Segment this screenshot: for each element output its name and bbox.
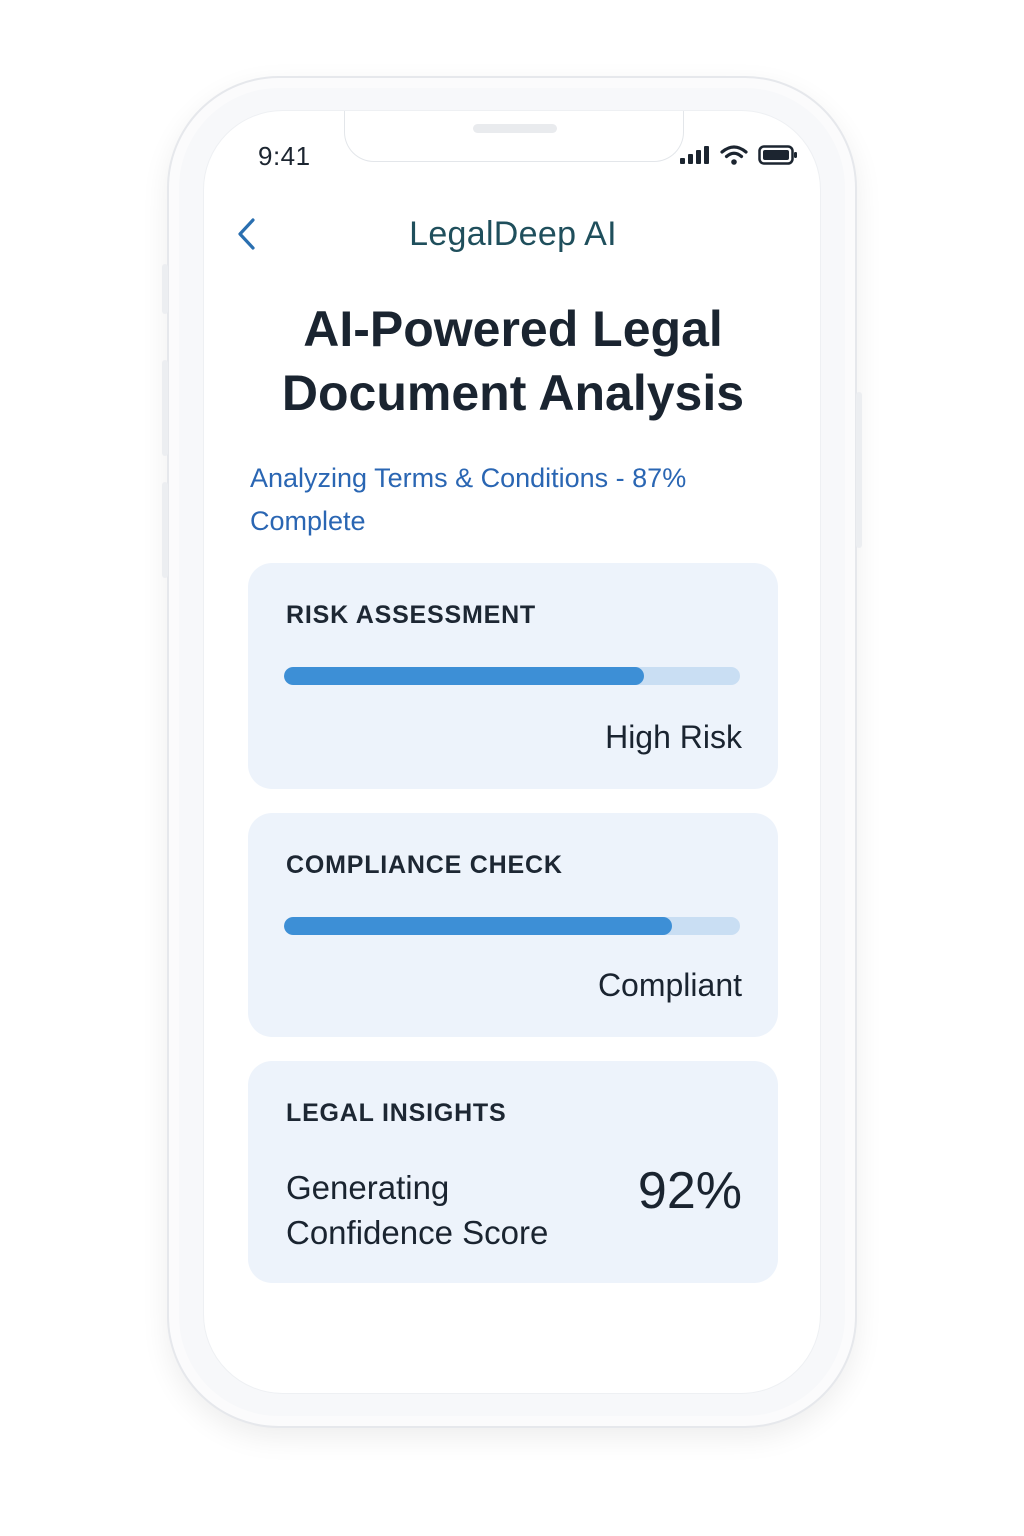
risk-level-fill — [284, 667, 645, 685]
side-button-power — [856, 392, 862, 548]
risk-level-value: High Risk — [605, 719, 742, 755]
confidence-score-label: Generating Confidence Score — [286, 1169, 549, 1251]
side-button-silent — [162, 264, 168, 314]
speaker-grille — [473, 124, 557, 133]
page-title-line-1: AI-Powered Legal — [303, 301, 723, 357]
compliance-check-title: COMPLIANCE CHECK — [286, 851, 563, 879]
page-title-line-2: Document Analysis — [281, 365, 745, 421]
notch — [344, 111, 684, 162]
confidence-score-value: 92% — [637, 1162, 742, 1220]
phone-screen: 9:41 LegalDeep AI AI-Powered Legal Docum… — [203, 110, 821, 1394]
risk-level-track — [284, 667, 740, 685]
compliance-level-track — [284, 917, 740, 935]
legal-insights-card[interactable]: LEGAL INSIGHTS Generating Confidence Sco… — [248, 1061, 778, 1283]
nav-title: LegalDeep AI — [409, 215, 617, 253]
legal-insights-title: LEGAL INSIGHTS — [286, 1099, 507, 1127]
analysis-progress-text: Analyzing Terms & Conditions - 87% Compl… — [250, 463, 687, 536]
status-time: 9:41 — [258, 141, 311, 171]
stage: 9:41 LegalDeep AI AI-Powered Legal Docum… — [0, 0, 1024, 1536]
battery-icon — [758, 145, 798, 170]
compliance-check-card[interactable]: COMPLIANCE CHECK Compliant — [248, 813, 778, 1037]
side-button-volume-up — [162, 360, 168, 456]
risk-assessment-title: RISK ASSESSMENT — [286, 601, 537, 629]
wifi-icon — [720, 145, 748, 170]
side-button-volume-down — [162, 482, 168, 578]
cellular-signal-icon — [680, 146, 710, 169]
status-icons — [680, 145, 798, 170]
compliance-status-value: Compliant — [597, 967, 742, 1003]
compliance-level-fill — [284, 917, 672, 935]
risk-assessment-card[interactable]: RISK ASSESSMENT High Risk — [248, 563, 778, 789]
page-title: AI-Powered Legal Document Analysis — [224, 297, 802, 425]
